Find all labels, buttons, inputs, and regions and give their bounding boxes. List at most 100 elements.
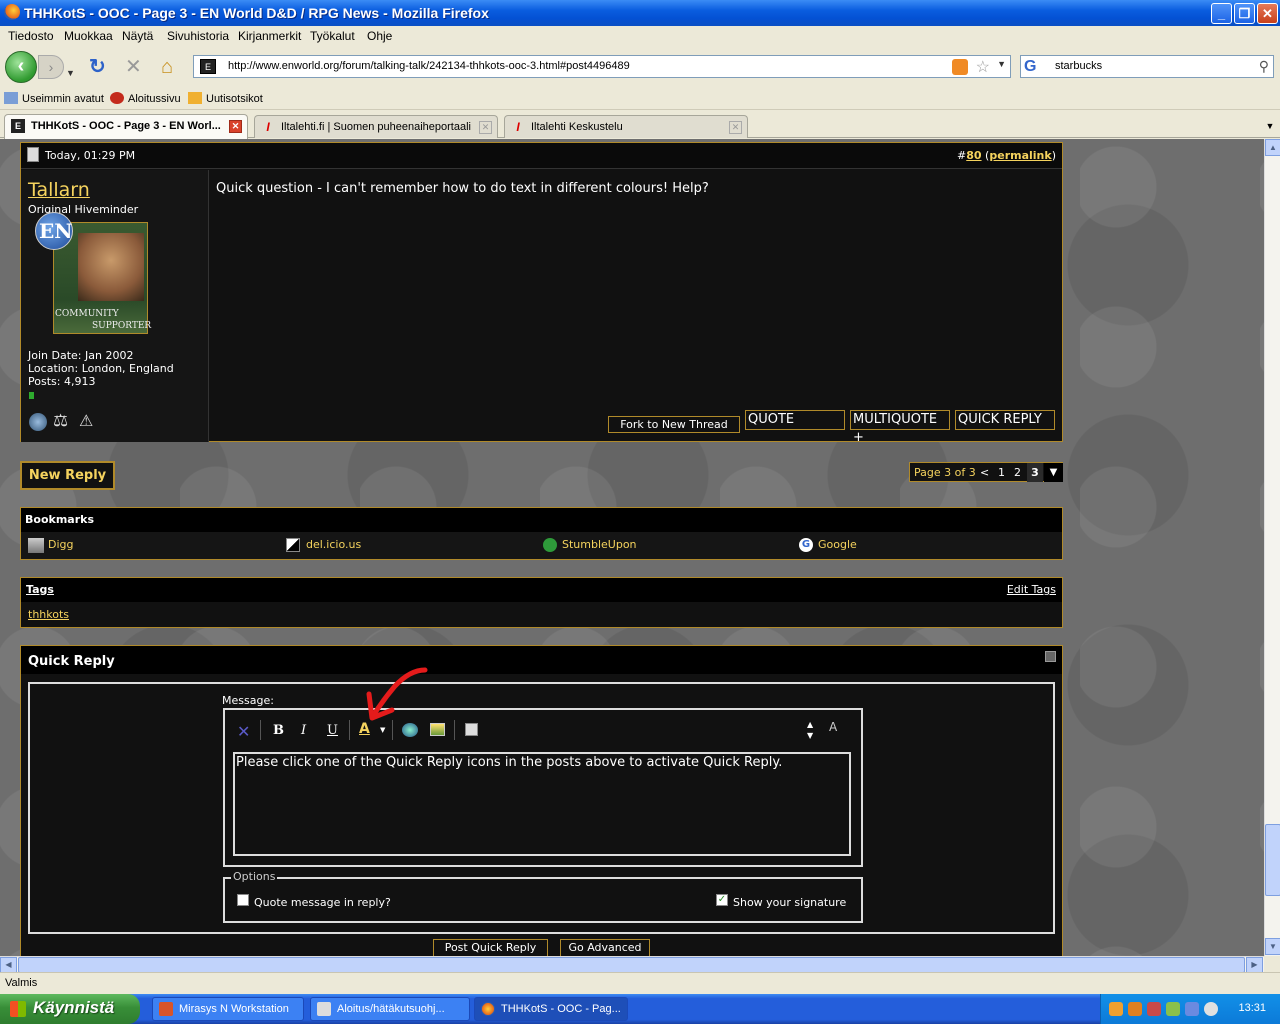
go-advanced-button[interactable]: Go Advanced [560, 939, 650, 956]
remove-formatting-icon[interactable]: ✕ [237, 722, 250, 741]
bookmark-star-icon[interactable]: ☆ [976, 57, 990, 77]
collapse-icon[interactable] [1045, 651, 1056, 662]
fork-thread-button[interactable]: Fork to New Thread [608, 416, 740, 433]
taskbar-item-aloitus[interactable]: Aloitus/hätäkutsuohj... [310, 997, 470, 1021]
search-magnifier-icon[interactable]: ⚲ [1259, 58, 1269, 75]
close-tab-icon[interactable]: ✕ [479, 121, 492, 134]
insert-image-icon[interactable] [430, 723, 445, 736]
menu-tools[interactable]: Työkalut [310, 29, 355, 43]
menu-history[interactable]: Sivuhistoria [167, 29, 229, 43]
close-tab-icon[interactable]: ✕ [229, 120, 242, 133]
rss-feed-icon[interactable] [952, 59, 968, 75]
tab-thhkots[interactable]: E THHKotS - OOC - Page 3 - EN Worl... ✕ [4, 114, 248, 139]
vertical-scrollbar[interactable]: ▲ ▼ [1264, 139, 1280, 956]
permalink-link[interactable]: permalink [989, 149, 1051, 162]
en-globe-badge: EN [35, 212, 73, 250]
taskbar-item-firefox[interactable]: THHKotS - OOC - Pag... [474, 997, 628, 1021]
tray-app-icon[interactable] [1185, 1002, 1199, 1016]
insert-quote-icon[interactable] [465, 723, 478, 736]
post-number[interactable]: 80 [966, 149, 981, 162]
message-textarea[interactable]: Please click one of the Quick Reply icon… [233, 752, 851, 856]
url-dropdown-icon[interactable]: ▼ [997, 59, 1006, 69]
close-window-button[interactable]: ✕ [1257, 3, 1278, 24]
horizontal-scrollbar[interactable]: ◀ ▶ [0, 956, 1264, 973]
prev-page-link[interactable]: < [980, 466, 989, 479]
bookmark-news-headlines[interactable]: Uutisotsikot [188, 92, 263, 105]
bookmarks-box: Bookmarks Digg del.icio.us StumbleUpon G… [20, 507, 1063, 560]
forward-button[interactable]: › [38, 55, 64, 79]
scroll-right-icon[interactable]: ▶ [1246, 957, 1263, 973]
tab-iltalehti[interactable]: I Iltalehti.fi | Suomen puheenaiheportaa… [254, 115, 498, 138]
multiquote-button[interactable]: MULTIQUOTE + [850, 410, 950, 445]
quick-reply-button[interactable]: QUICK REPLY [955, 410, 1055, 430]
start-button[interactable]: Käynnistä [0, 994, 140, 1024]
quote-button[interactable]: QUOTE [745, 410, 845, 430]
scroll-down-icon[interactable]: ▼ [1265, 938, 1280, 955]
bookmark-stumbleupon[interactable]: StumbleUpon [562, 538, 637, 551]
quick-reply-form: Message: ✕ B I U A ▼ ▲ ▼ A Please click … [28, 667, 1055, 934]
pagination: Page 3 of 3 < 1 2 3 ▼ [909, 462, 1063, 482]
font-color-dropdown-icon[interactable]: ▼ [380, 726, 385, 734]
bookmark-google[interactable]: Google [818, 538, 857, 551]
minimize-button[interactable]: _ [1211, 3, 1232, 24]
quote-message-checkbox[interactable] [237, 894, 249, 906]
menu-view[interactable]: Näytä [122, 29, 153, 43]
menu-bookmarks[interactable]: Kirjanmerkit [238, 29, 301, 43]
bookmark-most-visited[interactable]: Useimmin avatut [4, 92, 104, 105]
tab-iltalehti-keskustelu[interactable]: I Iltalehti Keskustelu ✕ [504, 115, 748, 138]
post-quick-reply-button[interactable]: Post Quick Reply [433, 939, 548, 956]
toolbar-separator [260, 720, 261, 740]
search-bar[interactable]: G starbucks ⚲ [1020, 55, 1274, 78]
menu-bar: Tiedosto Muokkaa Näytä Sivuhistoria Kirj… [0, 26, 1280, 46]
scroll-left-icon[interactable]: ◀ [0, 957, 17, 973]
tray-app-icon[interactable] [1128, 1002, 1142, 1016]
address-bar[interactable]: E http://www.enworld.org/forum/talking-t… [193, 55, 1011, 78]
tags-title[interactable]: Tags [26, 583, 54, 596]
tray-app-icon[interactable] [1147, 1002, 1161, 1016]
reload-icon[interactable]: ↻ [89, 56, 106, 78]
tray-app-icon[interactable] [1109, 1002, 1123, 1016]
home-icon[interactable]: ⌂ [161, 56, 173, 78]
message-label: Message: [222, 694, 274, 707]
post-document-icon [27, 147, 39, 162]
bookmark-delicious[interactable]: del.icio.us [306, 538, 361, 551]
tray-app-icon[interactable] [1166, 1002, 1180, 1016]
insert-link-icon[interactable] [402, 723, 418, 737]
underline-button[interactable]: U [327, 723, 338, 738]
firefox-icon [481, 1002, 495, 1016]
menu-edit[interactable]: Muokkaa [64, 29, 113, 43]
new-reply-button[interactable]: New Reply [20, 461, 115, 490]
online-status-icon[interactable] [29, 413, 47, 431]
page-2-link[interactable]: 2 [1014, 466, 1021, 479]
list-all-tabs-icon[interactable]: ▼ [1262, 116, 1278, 136]
menu-file[interactable]: Tiedosto [8, 29, 54, 43]
post-author[interactable]: Tallarn [28, 179, 90, 201]
search-input[interactable]: starbucks [1055, 60, 1102, 72]
tag-thhkots[interactable]: thhkots [28, 608, 69, 621]
scroll-up-icon[interactable]: ▲ [1265, 139, 1280, 156]
back-button[interactable]: ‹ [5, 51, 37, 83]
bookmark-start-page[interactable]: Aloitussivu [110, 92, 181, 105]
page-jump-dropdown-icon[interactable]: ▼ [1044, 463, 1063, 482]
page-1-link[interactable]: 1 [998, 466, 1005, 479]
bold-button[interactable]: B [273, 723, 284, 738]
edit-tags-link[interactable]: Edit Tags [1007, 583, 1056, 596]
italic-button[interactable]: I [301, 723, 306, 738]
hscrollbar-thumb[interactable] [18, 957, 1245, 973]
scrollbar-thumb[interactable] [1265, 824, 1280, 896]
report-scales-icon[interactable]: ⚖ [53, 411, 68, 431]
menu-help[interactable]: Ohje [367, 29, 392, 43]
taskbar-item-mirasys[interactable]: Mirasys N Workstation [152, 997, 304, 1021]
resize-editor-icon[interactable]: ▲ ▼ [807, 719, 813, 741]
stop-icon[interactable]: ✕ [125, 56, 142, 78]
restore-button[interactable]: ❐ [1234, 3, 1255, 24]
tray-app-icon[interactable] [1204, 1002, 1218, 1016]
url-text[interactable]: http://www.enworld.org/forum/talking-tal… [228, 60, 630, 72]
close-tab-icon[interactable]: ✕ [729, 121, 742, 134]
warning-icon[interactable]: ⚠ [79, 411, 93, 430]
history-dropdown-icon[interactable]: ▼ [66, 62, 75, 84]
font-size-toggle-icon[interactable]: A [829, 720, 837, 734]
google-search-engine-icon[interactable]: G [1024, 58, 1036, 76]
bookmark-digg[interactable]: Digg [48, 538, 74, 551]
show-signature-checkbox[interactable]: ✓ [716, 894, 728, 906]
